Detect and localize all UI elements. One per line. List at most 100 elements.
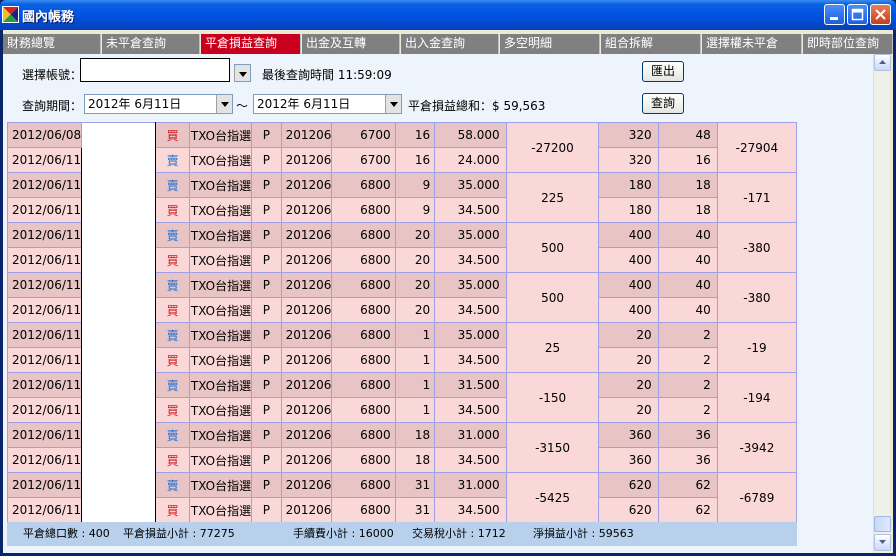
- contract-month: 201206: [280, 172, 333, 198]
- net-pl-value: -380: [716, 222, 798, 273]
- tab-closed-pl[interactable]: 平倉損益查詢: [201, 34, 301, 54]
- total-lots: 平倉總口數 : 400: [23, 527, 110, 540]
- maximize-icon: [851, 8, 864, 21]
- end-date-value: 2012年 6月11日: [257, 97, 351, 111]
- product-name: TXO台指選: [188, 497, 253, 523]
- product-name: TXO台指選: [188, 297, 253, 323]
- strike-price: 6800: [331, 497, 396, 523]
- trade-date: 2012/06/11: [6, 347, 83, 373]
- fee-subtotal: 手續費小計 : 16000: [293, 527, 394, 540]
- fee: 180: [598, 172, 659, 198]
- trade-date: 2012/06/11: [6, 372, 83, 398]
- vertical-scrollbar[interactable]: [873, 54, 891, 553]
- query-panel: 選擇帳號： 最後查詢時間 11:59:09 匯出 查詢期間： 2012年 6月1…: [3, 54, 873, 553]
- quantity: 31: [394, 472, 436, 498]
- quantity: 18: [394, 422, 436, 448]
- trade-side: 賣: [155, 472, 190, 498]
- tab-financial-overview[interactable]: 財務總覽: [3, 34, 101, 54]
- call-put: P: [251, 372, 282, 398]
- tab-withdraw-transfer[interactable]: 出金及互轉: [302, 34, 400, 54]
- summary-footer: 平倉總口數 : 400 平倉損益小計 : 77275 手續費小計 : 16000…: [7, 522, 797, 546]
- quantity: 9: [394, 172, 436, 198]
- scroll-up-button[interactable]: [874, 54, 891, 71]
- trade-price: 31.000: [434, 472, 507, 498]
- product-name: TXO台指選: [188, 322, 253, 348]
- fee: 320: [598, 147, 659, 173]
- trade-date: 2012/06/08: [6, 122, 83, 148]
- trade-price: 34.500: [434, 347, 507, 373]
- tax: 36: [657, 447, 718, 473]
- account-input[interactable]: [80, 58, 230, 82]
- contract-month: 201206: [280, 222, 333, 248]
- end-date-picker[interactable]: 2012年 6月11日: [253, 94, 402, 114]
- strike-price: 6800: [331, 222, 396, 248]
- tab-open-positions[interactable]: 未平倉查詢: [102, 34, 200, 54]
- product-name: TXO台指選: [188, 197, 253, 223]
- query-button[interactable]: 查詢: [642, 93, 684, 114]
- trade-side: 賣: [155, 422, 190, 448]
- pl-value: -5425: [505, 472, 600, 523]
- export-button[interactable]: 匯出: [642, 61, 684, 82]
- tab-option-open[interactable]: 選擇權未平倉: [702, 34, 802, 54]
- chevron-down-icon: [216, 95, 232, 113]
- fee: 360: [598, 447, 659, 473]
- tax: 36: [657, 422, 718, 448]
- trade-date: 2012/06/11: [6, 322, 83, 348]
- strike-price: 6800: [331, 472, 396, 498]
- tax: 62: [657, 497, 718, 523]
- chevron-down-icon: [385, 95, 401, 113]
- pl-value: 25: [505, 322, 600, 373]
- net-pl-value: -19: [716, 322, 798, 373]
- contract-month: 201206: [280, 197, 333, 223]
- pl-value: -150: [505, 372, 600, 423]
- tax: 2: [657, 347, 718, 373]
- product-name: TXO台指選: [188, 397, 253, 423]
- start-date-picker[interactable]: 2012年 6月11日: [84, 94, 233, 114]
- start-date-value: 2012年 6月11日: [88, 97, 182, 111]
- trade-side: 買: [155, 297, 190, 323]
- trade-side: 買: [155, 347, 190, 373]
- call-put: P: [251, 172, 282, 198]
- close-icon: [875, 9, 886, 20]
- tab-realtime-position[interactable]: 即時部位查詢: [803, 34, 893, 54]
- close-button[interactable]: [870, 4, 891, 25]
- maximize-button[interactable]: [847, 4, 868, 25]
- scroll-down-button[interactable]: [874, 534, 891, 551]
- fee: 320: [598, 122, 659, 148]
- quantity: 20: [394, 247, 436, 273]
- table-row[interactable]: 2012/06/08 買 TXO台指選 P 201206 6700 16 58.000 -272…: [6, 122, 798, 523]
- pl-value: 500: [505, 272, 600, 323]
- trade-side: 買: [155, 122, 190, 148]
- strike-price: 6700: [331, 122, 396, 148]
- call-put: P: [251, 222, 282, 248]
- contract-month: 201206: [280, 122, 333, 148]
- quantity: 9: [394, 197, 436, 223]
- trade-side: 賣: [155, 322, 190, 348]
- trade-side: 買: [155, 497, 190, 523]
- tab-combo-split[interactable]: 組合拆解: [601, 34, 701, 54]
- pl-value: -3150: [505, 422, 600, 473]
- net-pl-value: -380: [716, 272, 798, 323]
- arrow-up-icon: [879, 60, 886, 64]
- tab-deposit-withdraw[interactable]: 出入金查詢: [401, 34, 499, 54]
- tab-long-short[interactable]: 多空明細: [500, 34, 600, 54]
- call-put: P: [251, 497, 282, 523]
- scroll-thumb[interactable]: [874, 516, 891, 532]
- trade-side: 買: [155, 447, 190, 473]
- trade-price: 35.000: [434, 172, 507, 198]
- strike-price: 6700: [331, 147, 396, 173]
- contract-month: 201206: [280, 247, 333, 273]
- net-pl-value: -3942: [716, 422, 798, 473]
- trade-price: 34.500: [434, 447, 507, 473]
- account-dropdown-button[interactable]: [234, 64, 251, 82]
- net-pl-value: -27904: [716, 122, 798, 173]
- trade-side: 賣: [155, 222, 190, 248]
- contract-month: 201206: [280, 497, 333, 523]
- tax: 40: [657, 272, 718, 298]
- title-bar[interactable]: 國內帳務: [0, 0, 896, 30]
- contract-month: 201206: [280, 347, 333, 373]
- strike-price: 6800: [331, 322, 396, 348]
- net-pl-value: -194: [716, 372, 798, 423]
- redacted-account-cell: [81, 122, 157, 523]
- minimize-button[interactable]: [824, 4, 845, 25]
